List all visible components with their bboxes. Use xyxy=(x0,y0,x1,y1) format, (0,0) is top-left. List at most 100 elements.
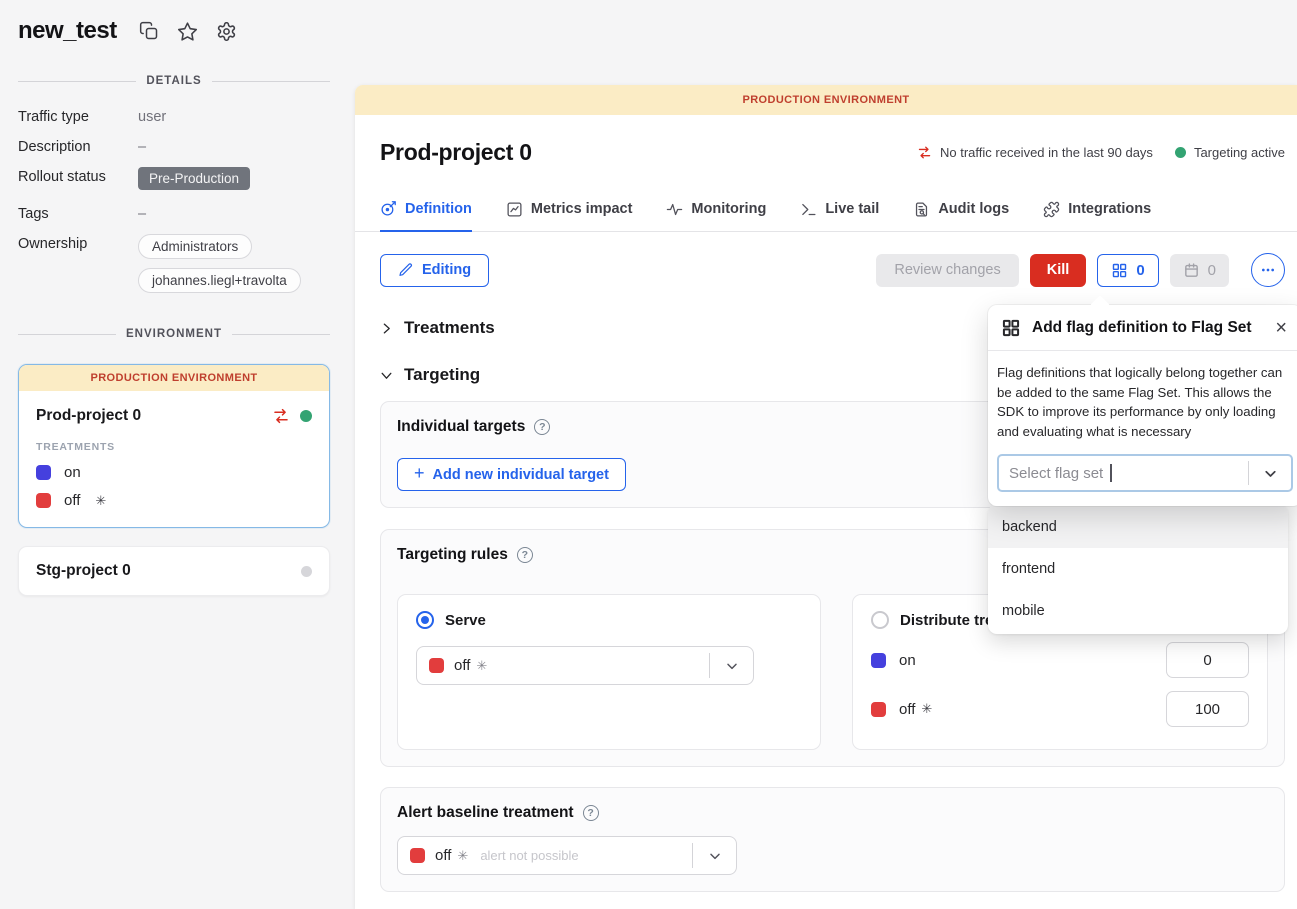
sidebar: new_test DETAILS Traffic type user Descr… xyxy=(0,0,348,909)
prod-environment-name: Prod-project 0 xyxy=(36,407,272,425)
help-icon[interactable]: ? xyxy=(534,419,550,435)
more-actions-button[interactable] xyxy=(1251,253,1285,287)
audit-logs-icon xyxy=(913,201,930,218)
distribute-on-input[interactable] xyxy=(1166,642,1249,678)
schedule-count: 0 xyxy=(1208,262,1216,279)
default-treatment-icon: ✳ xyxy=(476,658,487,674)
serve-label: Serve xyxy=(445,612,486,629)
environment-divider: ENVIRONMENT xyxy=(18,328,330,340)
treatment-on-swatch xyxy=(871,653,886,668)
tags-label: Tags xyxy=(18,204,138,222)
treatment-off-label: off xyxy=(64,492,80,509)
active-status-dot xyxy=(300,410,312,422)
help-icon[interactable]: ? xyxy=(583,805,599,821)
default-treatment-icon: ✳ xyxy=(457,848,468,864)
detail-row-description: Description – xyxy=(18,137,348,155)
star-icon[interactable] xyxy=(177,21,198,42)
integrations-icon xyxy=(1043,201,1060,218)
add-individual-target-button[interactable]: + Add new individual target xyxy=(397,458,626,491)
flag-set-count-button[interactable]: 0 xyxy=(1097,254,1158,287)
details-panel: Traffic type user Description – Rollout … xyxy=(18,107,348,302)
rollout-status-badge: Pre-Production xyxy=(138,167,250,190)
traffic-type-value: user xyxy=(138,107,166,125)
tags-value: – xyxy=(138,204,146,222)
inactive-status-dot xyxy=(301,566,312,577)
distribute-off-input[interactable] xyxy=(1166,691,1249,727)
serve-treatment-value: off xyxy=(454,657,470,674)
schedule-count-button[interactable]: 0 xyxy=(1170,254,1229,287)
right-actions: Review changes Kill 0 0 xyxy=(876,253,1285,287)
tab-audit-logs[interactable]: Audit logs xyxy=(913,200,1009,231)
details-heading: DETAILS xyxy=(146,75,201,87)
help-icon[interactable]: ? xyxy=(517,547,533,563)
detail-row-traffic-type: Traffic type user xyxy=(18,107,348,125)
chevron-down-icon xyxy=(693,848,736,864)
flag-set-select-placeholder: Select flag set xyxy=(1009,465,1103,482)
alert-not-possible-hint: alert not possible xyxy=(480,848,578,863)
add-flag-set-popover: Add flag definition to Flag Set × Flag d… xyxy=(988,305,1297,506)
tab-live-tail[interactable]: Live tail xyxy=(800,200,879,231)
treatment-off-swatch xyxy=(429,658,444,673)
distribute-radio[interactable] xyxy=(871,611,889,629)
detail-row-tags: Tags – xyxy=(18,204,348,222)
distribute-row-on: on xyxy=(871,642,1249,678)
environment-card-production[interactable]: PRODUCTION ENVIRONMENT Prod-project 0 TR… xyxy=(18,364,330,528)
calendar-icon xyxy=(1183,262,1200,279)
tab-label: Metrics impact xyxy=(531,201,633,217)
production-environment-banner: PRODUCTION ENVIRONMENT xyxy=(355,85,1297,115)
targeting-active-status: Targeting active xyxy=(1194,145,1285,160)
gear-icon[interactable] xyxy=(216,21,237,42)
alert-baseline-select[interactable]: off ✳ alert not possible xyxy=(397,836,737,875)
tab-label: Integrations xyxy=(1068,201,1151,217)
treatment-off-swatch xyxy=(410,848,425,863)
treatments-heading: TREATMENTS xyxy=(36,441,312,453)
ownership-label: Ownership xyxy=(18,234,138,252)
environment-title: Prod-project 0 xyxy=(380,139,532,166)
description-label: Description xyxy=(18,137,138,155)
review-changes-button[interactable]: Review changes xyxy=(876,254,1018,287)
treatment-off-swatch xyxy=(36,493,51,508)
treatment-row-off: off ✳ xyxy=(36,492,312,509)
no-traffic-status: No traffic received in the last 90 days xyxy=(940,145,1153,160)
add-individual-target-label: Add new individual target xyxy=(433,467,609,483)
copy-icon[interactable] xyxy=(139,21,159,41)
details-divider: DETAILS xyxy=(18,75,330,87)
serve-treatment-select[interactable]: off ✳ xyxy=(416,646,754,685)
individual-targets-title: Individual targets xyxy=(397,418,525,436)
page-title: new_test xyxy=(18,17,117,45)
targeting-section-title: Targeting xyxy=(404,365,480,385)
alert-baseline-panel: Alert baseline treatment ? off ✳ alert n… xyxy=(380,787,1285,892)
chevron-down-icon xyxy=(1249,465,1291,482)
chevron-down-icon xyxy=(710,658,753,674)
stg-environment-name: Stg-project 0 xyxy=(36,562,301,580)
tab-bar: Definition Metrics impact Monitoring Liv… xyxy=(355,200,1297,232)
close-icon[interactable]: × xyxy=(1273,318,1289,338)
tab-metrics-impact[interactable]: Metrics impact xyxy=(506,200,633,231)
treatment-on-swatch xyxy=(36,465,51,480)
kill-button[interactable]: Kill xyxy=(1030,254,1087,287)
tab-label: Audit logs xyxy=(938,201,1009,217)
editing-label: Editing xyxy=(422,262,471,278)
traffic-type-label: Traffic type xyxy=(18,107,138,125)
treatment-on-label: on xyxy=(64,464,81,481)
chevron-down-icon xyxy=(380,369,393,382)
flag-set-option-frontend[interactable]: frontend xyxy=(988,548,1288,590)
default-treatment-icon: ✳ xyxy=(921,701,932,717)
flag-set-option-backend[interactable]: backend xyxy=(988,506,1288,548)
owner-pills: Administrators johannes.liegl+travolta xyxy=(138,234,301,302)
flag-set-select[interactable]: Select flag set xyxy=(997,454,1293,492)
treatment-off-swatch xyxy=(871,702,886,717)
flag-set-option-mobile[interactable]: mobile xyxy=(988,590,1288,632)
tab-monitoring[interactable]: Monitoring xyxy=(666,200,766,231)
alert-baseline-title: Alert baseline treatment xyxy=(397,804,574,822)
editing-button[interactable]: Editing xyxy=(380,254,489,287)
treatments-section-title: Treatments xyxy=(404,318,495,338)
detail-row-rollout-status: Rollout status Pre-Production xyxy=(18,167,348,190)
owner-pill: johannes.liegl+travolta xyxy=(138,268,301,293)
detail-row-ownership: Ownership Administrators johannes.liegl+… xyxy=(18,234,348,302)
tab-integrations[interactable]: Integrations xyxy=(1043,200,1151,231)
serve-radio[interactable] xyxy=(416,611,434,629)
environment-card-staging[interactable]: Stg-project 0 xyxy=(18,546,330,596)
tab-definition[interactable]: Definition xyxy=(380,200,472,232)
status-bar: No traffic received in the last 90 days … xyxy=(917,145,1285,160)
